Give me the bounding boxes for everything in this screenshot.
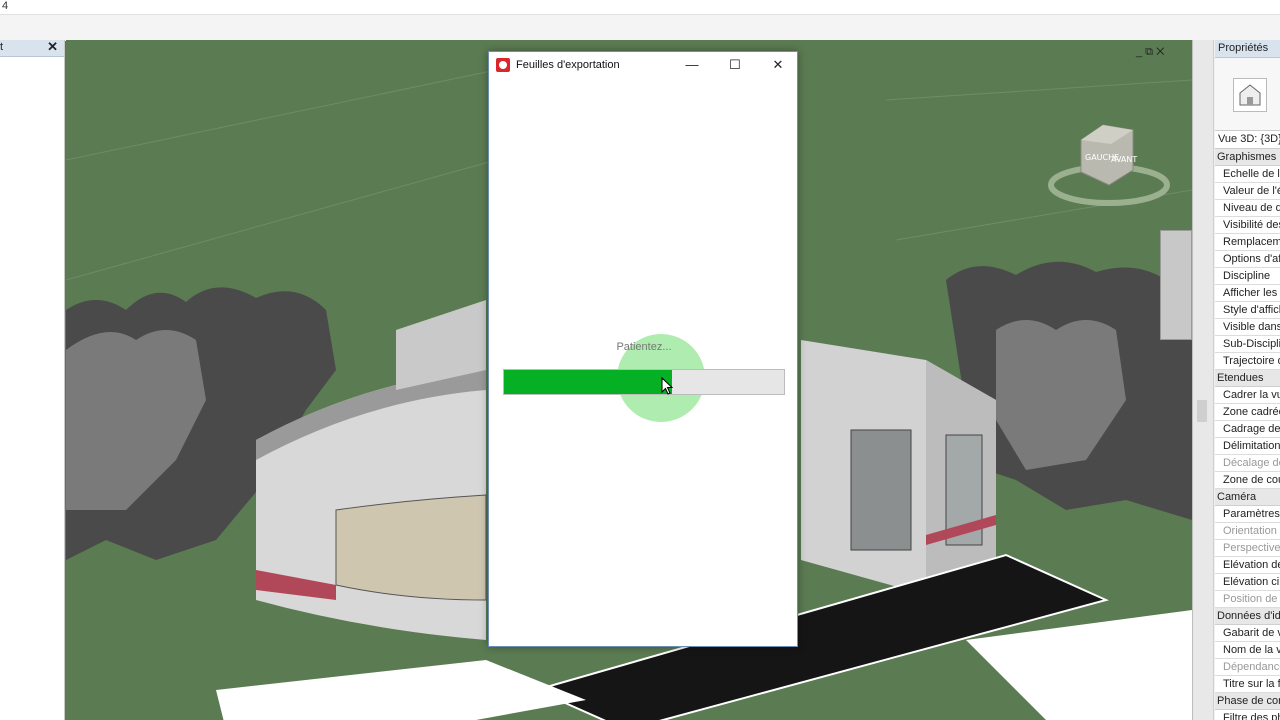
viewport-scrollbar[interactable] [1193,40,1214,720]
minimize-button[interactable]: — [677,55,707,75]
viewcube[interactable]: GAUCHE AVANT [1041,110,1181,220]
property-row[interactable]: Sub-Discipline [1215,336,1280,353]
property-row[interactable]: Options d'affi [1215,251,1280,268]
property-row[interactable]: Discipline [1215,268,1280,285]
maximize-button[interactable]: ☐ [720,55,750,75]
viewcube-front-face: AVANT [1111,155,1137,164]
status-text: Patientez... [616,341,672,353]
property-row[interactable]: Dépendance [1215,659,1280,676]
ribbon-strip [0,14,1280,41]
property-row[interactable]: Elévation de [1215,557,1280,574]
property-group-header[interactable]: Caméra [1215,489,1280,506]
viewport-window-controls[interactable]: _ ⧉ ✕ [1136,46,1164,59]
property-row[interactable]: Délimitation [1215,438,1280,455]
house-icon [1233,78,1267,112]
property-row[interactable]: Perspective [1215,540,1280,557]
property-row[interactable]: Nom de la vu [1215,642,1280,659]
close-button[interactable]: ✕ [763,55,793,75]
progress-bar [503,369,785,395]
project-browser-title: t [0,41,4,53]
property-row[interactable]: Remplacemen [1215,234,1280,251]
property-row[interactable]: Trajectoire d [1215,353,1280,370]
property-row[interactable]: Visibilité des [1215,217,1280,234]
property-row[interactable]: Style d'affich [1215,302,1280,319]
property-group-header[interactable]: Données d'id [1215,608,1280,625]
export-sheets-dialog: Feuilles d'exportation — ☐ ✕ Patientez..… [488,51,798,647]
view-instance-selector[interactable]: Vue 3D: {3D} [1215,131,1280,149]
property-group-header[interactable]: Graphismes [1215,149,1280,166]
project-browser-header: t ✕ [0,39,64,57]
property-row[interactable]: Décalage de [1215,455,1280,472]
ribbon-bar: 4 [0,0,1280,41]
project-browser-panel: t ✕ [0,39,65,720]
property-group-header[interactable]: Etendues [1215,370,1280,387]
property-row[interactable]: Valeur de l'é [1215,183,1280,200]
properties-title: Propriétés [1215,40,1280,58]
app-logo-icon [496,58,510,72]
properties-content: Propriétés Vue 3D: {3D} Graphismes Echell… [1215,40,1280,720]
scrollbar-thumb[interactable] [1197,400,1207,422]
property-row[interactable]: Titre sur la f [1215,676,1280,693]
properties-panel: Propriétés Vue 3D: {3D} Graphismes Echell… [1192,40,1280,720]
property-row[interactable]: Cadrer la vue [1215,387,1280,404]
property-row[interactable]: Echelle de la [1215,166,1280,183]
type-selector[interactable] [1215,58,1280,131]
properties-rows: Graphismes Echelle de la Valeur de l'é Nive… [1215,149,1280,720]
property-row[interactable]: Visible dans l [1215,319,1280,336]
dialog-title: Feuilles d'exportation [516,59,620,71]
property-row[interactable]: Afficher les l [1215,285,1280,302]
property-row[interactable]: Gabarit de vu [1215,625,1280,642]
project-browser-close-icon[interactable]: ✕ [47,39,58,55]
property-row[interactable]: Niveau de dé [1215,200,1280,217]
dialog-titlebar[interactable]: Feuilles d'exportation — ☐ ✕ [489,52,797,78]
property-row[interactable]: Zone de cou [1215,472,1280,489]
property-row[interactable]: Orientation [1215,523,1280,540]
property-row[interactable]: Paramètres d [1215,506,1280,523]
property-row[interactable]: Zone cadrée [1215,404,1280,421]
property-row[interactable]: Elévation cib [1215,574,1280,591]
property-group-header[interactable]: Phase de con [1215,693,1280,710]
navigation-bar[interactable] [1160,230,1192,340]
mouse-cursor-icon [661,377,673,395]
progress-fill [504,370,672,394]
property-row[interactable]: Position de l [1215,591,1280,608]
property-row[interactable]: Filtre des ph [1215,710,1280,720]
property-row[interactable]: Cadrage de l [1215,421,1280,438]
ribbon-number: 4 [2,0,9,12]
